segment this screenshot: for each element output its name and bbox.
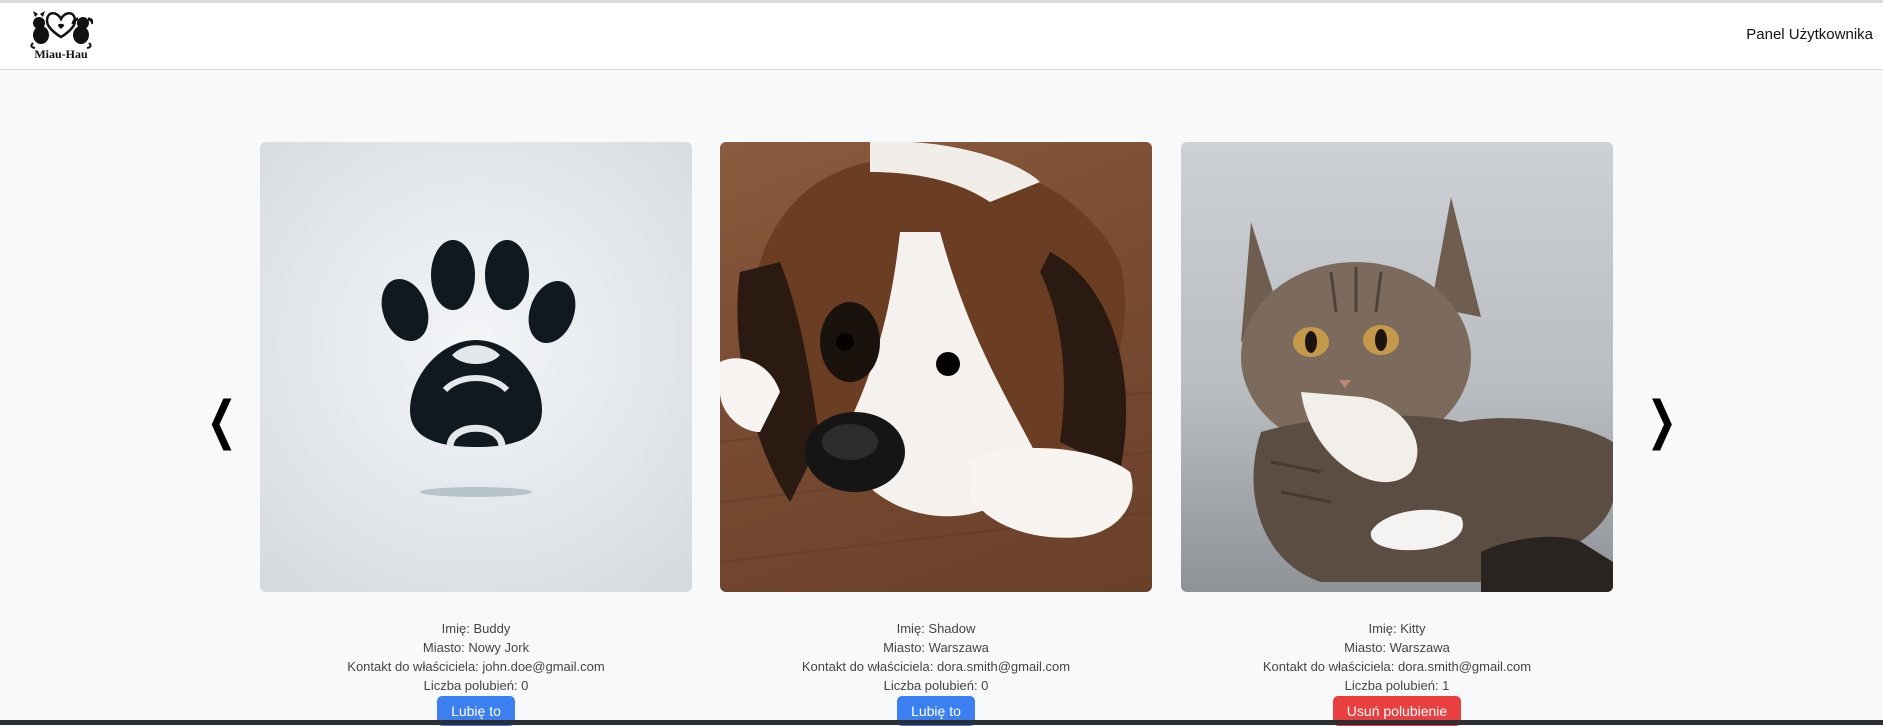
- like-count: Liczba polubień: 1: [1344, 678, 1450, 693]
- like-count: Liczba polubień: 0: [883, 678, 989, 693]
- logo[interactable]: Miau-Hau: [26, 7, 96, 65]
- footer-bar: [0, 720, 1883, 725]
- pet-card: Imię: Shadow Miasto: Warszawa Kontakt do…: [720, 142, 1152, 726]
- boxer-puppy-photo: [720, 142, 1152, 592]
- pet-name: Imię: Buddy: [441, 621, 511, 636]
- pet-name: Imię: Kitty: [1368, 621, 1426, 636]
- owner-contact: Kontakt do właściciela: john.doe@gmail.c…: [347, 659, 605, 674]
- user-panel-link[interactable]: Panel Użytkownika: [1746, 26, 1873, 43]
- pet-city: Miasto: Warszawa: [883, 640, 989, 655]
- chevron-left-icon: ❮: [206, 391, 238, 451]
- pet-card: Imię: Buddy Miasto: Nowy Jork Kontakt do…: [260, 142, 692, 726]
- pet-name: Imię: Shadow: [896, 621, 976, 636]
- pet-card: Imię: Kitty Miasto: Warszawa Kontakt do …: [1181, 142, 1613, 726]
- dog-photo-icon: [720, 142, 1152, 563]
- paw-placeholder-image: [260, 142, 692, 592]
- navbar: Miau-Hau Panel Użytkownika: [0, 3, 1883, 70]
- chevron-right-icon: ❯: [1646, 391, 1678, 451]
- paw-icon: [381, 240, 576, 497]
- pets-logo-icon: [30, 11, 93, 49]
- pet-city: Miasto: Warszawa: [1344, 640, 1450, 655]
- pet-info: Imię: Kitty Miasto: Warszawa Kontakt do …: [1181, 619, 1613, 726]
- carousel-prev-button[interactable]: ❮: [207, 395, 238, 447]
- pet-info: Imię: Buddy Miasto: Nowy Jork Kontakt do…: [260, 619, 692, 726]
- pet-info: Imię: Shadow Miasto: Warszawa Kontakt do…: [720, 619, 1152, 726]
- tabby-kitten-photo: [1181, 142, 1613, 592]
- pet-city: Miasto: Nowy Jork: [422, 640, 530, 655]
- cat-photo-icon: [1241, 197, 1613, 592]
- owner-contact: Kontakt do właściciela: dora.smith@gmail…: [1262, 659, 1532, 674]
- logo-text: Miau-Hau: [34, 47, 88, 61]
- like-count: Liczba polubień: 0: [423, 678, 529, 693]
- owner-contact: Kontakt do właściciela: dora.smith@gmail…: [801, 659, 1071, 674]
- carousel-next-button[interactable]: ❯: [1647, 395, 1678, 447]
